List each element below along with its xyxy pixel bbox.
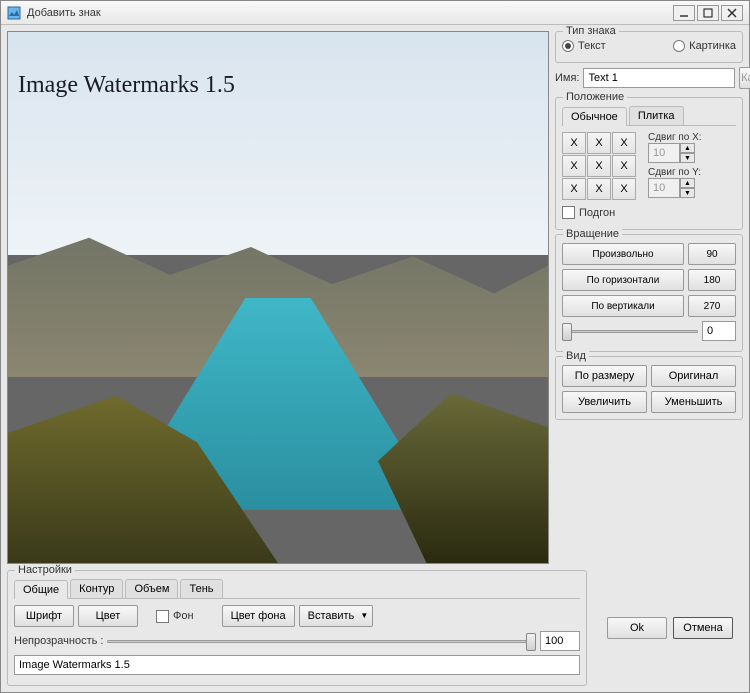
pos-mc[interactable]: X: [587, 155, 611, 177]
rotate-270-button[interactable]: 270: [688, 295, 736, 317]
type-group-label: Тип знака: [563, 25, 619, 37]
action-buttons: Ok Отмена: [597, 570, 743, 686]
close-button[interactable]: [721, 5, 743, 21]
rotate-90-button[interactable]: 90: [688, 243, 736, 265]
opacity-label: Непрозрачность :: [14, 635, 103, 647]
main-window: Добавить знак Image Watermarks 1.5 Тип з…: [0, 0, 750, 693]
view-group: Вид По размеру Оригинал Увеличить Уменьш…: [555, 356, 743, 420]
bg-label: Фон: [173, 610, 194, 622]
shift-x-label: Сдвиг по X:: [648, 132, 736, 143]
fit-label: Подгон: [579, 207, 615, 219]
rotation-group-label: Вращение: [563, 228, 622, 240]
fit-checkbox[interactable]: [562, 206, 575, 219]
opacity-slider[interactable]: [107, 631, 536, 651]
type-group: Тип знака Текст Картинка: [555, 31, 743, 63]
rotate-180-button[interactable]: 180: [688, 269, 736, 291]
rotate-free-button[interactable]: Произвольно: [562, 243, 684, 265]
pos-tl[interactable]: X: [562, 132, 586, 154]
view-original-button[interactable]: Оригинал: [651, 365, 736, 387]
app-icon: [7, 6, 21, 20]
tab-outline[interactable]: Контур: [70, 579, 123, 598]
opacity-value[interactable]: [540, 631, 580, 651]
name-label: Имя:: [555, 72, 579, 84]
shift-x-input[interactable]: [648, 143, 680, 163]
color-button[interactable]: Цвет: [78, 605, 138, 627]
tab-shadow[interactable]: Тень: [180, 579, 222, 598]
titlebar: Добавить знак: [1, 1, 749, 25]
position-group-label: Положение: [563, 91, 627, 103]
pos-mr[interactable]: X: [612, 155, 636, 177]
view-zoomout-button[interactable]: Уменьшить: [651, 391, 736, 413]
shift-x-down[interactable]: ▼: [680, 153, 695, 163]
font-button[interactable]: Шрифт: [14, 605, 74, 627]
radio-image[interactable]: [673, 40, 685, 52]
cancel-button[interactable]: Отмена: [673, 617, 733, 639]
settings-group: Настройки Общие Контур Объем Тень Шрифт …: [7, 570, 587, 686]
name-input[interactable]: [583, 68, 735, 88]
maximize-button[interactable]: [697, 5, 719, 21]
rotation-value[interactable]: [702, 321, 736, 341]
minimize-button[interactable]: [673, 5, 695, 21]
bgcolor-button[interactable]: Цвет фона: [222, 605, 295, 627]
pos-tc[interactable]: X: [587, 132, 611, 154]
tab-normal[interactable]: Обычное: [562, 107, 627, 126]
insert-dropdown[interactable]: Вставить ▼: [299, 605, 374, 627]
view-zoomin-button[interactable]: Увеличить: [562, 391, 647, 413]
tab-general[interactable]: Общие: [14, 580, 68, 599]
shift-y-input[interactable]: [648, 178, 680, 198]
pos-tr[interactable]: X: [612, 132, 636, 154]
radio-text[interactable]: [562, 40, 574, 52]
watermark-text-input[interactable]: [14, 655, 580, 675]
rotate-vert-button[interactable]: По вертикали: [562, 295, 684, 317]
pos-ml[interactable]: X: [562, 155, 586, 177]
shift-y-label: Сдвиг по Y:: [648, 167, 736, 178]
shift-x-up[interactable]: ▲: [680, 143, 695, 153]
ok-button[interactable]: Ok: [607, 617, 667, 639]
watermark-overlay: Image Watermarks 1.5: [18, 72, 235, 99]
shift-y-up[interactable]: ▲: [680, 178, 695, 188]
rotation-slider[interactable]: [562, 321, 698, 341]
chevron-down-icon: ▼: [360, 611, 368, 620]
image-button[interactable]: Картинка: [739, 67, 750, 89]
view-fit-button[interactable]: По размеру: [562, 365, 647, 387]
window-title: Добавить знак: [27, 7, 671, 19]
pos-bc[interactable]: X: [587, 178, 611, 200]
position-group: Положение Обычное Плитка X X X X X X X X: [555, 97, 743, 230]
rotate-horiz-button[interactable]: По горизонтали: [562, 269, 684, 291]
tab-volume[interactable]: Объем: [125, 579, 178, 598]
view-group-label: Вид: [563, 350, 589, 362]
preview-area: Image Watermarks 1.5: [7, 31, 549, 564]
pos-bl[interactable]: X: [562, 178, 586, 200]
bg-checkbox[interactable]: [156, 610, 169, 623]
settings-group-label: Настройки: [15, 564, 75, 576]
radio-text-label: Текст: [578, 40, 606, 52]
tab-tile[interactable]: Плитка: [629, 106, 684, 125]
rotation-group: Вращение Произвольно 90 По горизонтали 1…: [555, 234, 743, 352]
radio-image-label: Картинка: [689, 40, 736, 52]
position-grid: X X X X X X X X X: [562, 132, 636, 200]
pos-br[interactable]: X: [612, 178, 636, 200]
shift-y-down[interactable]: ▼: [680, 188, 695, 198]
